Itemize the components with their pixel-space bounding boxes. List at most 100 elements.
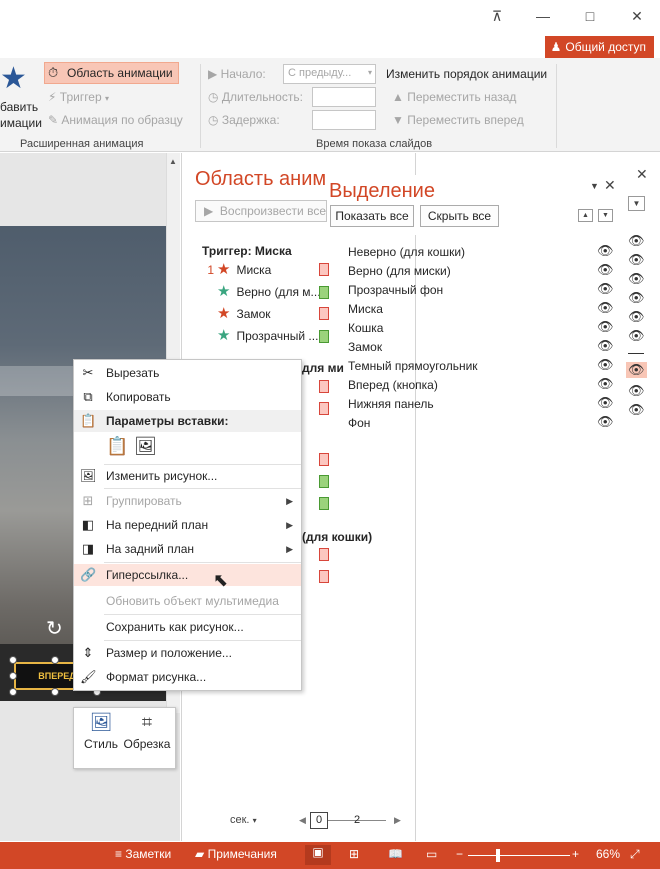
ribbon-display-options-icon[interactable]: ⊼: [482, 4, 512, 28]
selection-item[interactable]: Верно (для миски): [348, 264, 451, 278]
start-dropdown[interactable]: С предыду... ▾: [283, 64, 376, 84]
resize-handle[interactable]: [51, 688, 59, 696]
animation-painter-button[interactable]: ✎ Анимация по образцу: [48, 113, 183, 127]
visibility-eye-icon[interactable]: 👁: [626, 362, 647, 378]
play-all-button[interactable]: ▶ Воспроизвести все: [195, 200, 327, 222]
dropdown-arrow-icon[interactable]: ▼: [628, 196, 645, 211]
resize-handle[interactable]: [51, 656, 59, 664]
send-backward-icon[interactable]: ▼: [598, 209, 613, 222]
minimize-button[interactable]: —: [528, 4, 558, 28]
zoom-out-icon[interactable]: −: [456, 847, 463, 861]
visibility-eye-icon[interactable]: 👁: [597, 262, 614, 278]
visibility-eye-icon[interactable]: 👁: [597, 376, 614, 392]
zoom-slider-track[interactable]: [468, 855, 570, 856]
animation-item[interactable]: ★ Верно (для м...: [204, 282, 330, 302]
selection-item[interactable]: Неверно (для кошки): [348, 245, 465, 259]
slideshow-icon[interactable]: ▭: [426, 847, 437, 861]
slide-sorter-icon[interactable]: ⊞: [349, 847, 359, 861]
close-pane-icon[interactable]: ✕: [604, 177, 616, 194]
visibility-eye-icon[interactable]: 👁: [597, 338, 614, 354]
selection-item[interactable]: Темный прямоугольник: [348, 359, 478, 373]
status-bar: ≡ Заметки ▰ Примечания ▣ ⊞ 📖 ▭ − + 66% ⤢: [0, 842, 660, 869]
add-animation-label-1[interactable]: бавить: [0, 100, 38, 114]
close-window-button[interactable]: ✕: [622, 4, 652, 28]
resize-handle[interactable]: [9, 656, 17, 664]
duration-input[interactable]: [312, 87, 376, 107]
seconds-dropdown[interactable]: сек. ▾: [230, 814, 257, 826]
menu-item-size-position[interactable]: ⇕ Размер и положение...: [74, 642, 301, 664]
menu-item-hyperlink[interactable]: 🔗 Гиперссылка...: [74, 564, 301, 586]
visibility-eye-icon[interactable]: 👁: [628, 328, 645, 344]
visibility-eye-icon[interactable]: 👁: [628, 252, 645, 268]
animation-pane-button[interactable]: ⏱ Область анимации: [44, 62, 179, 84]
move-earlier-button[interactable]: ▲ Переместить назад: [392, 90, 516, 104]
restore-button[interactable]: □: [575, 4, 605, 28]
paste-keep-formatting-icon[interactable]: 📋: [106, 436, 128, 460]
animation-item[interactable]: ★ Замок: [204, 304, 330, 324]
menu-item-change-picture[interactable]: 🖼 Изменить рисунок...: [74, 465, 301, 487]
visibility-eye-icon[interactable]: 👁: [597, 300, 614, 316]
close-pane-icon[interactable]: ✕: [636, 166, 648, 183]
menu-item-copy[interactable]: ⧉ Копировать: [74, 386, 301, 408]
fit-to-window-icon[interactable]: ⤢: [630, 847, 640, 862]
selection-item[interactable]: Кошка: [348, 321, 383, 335]
resize-handle[interactable]: [9, 672, 17, 680]
selection-item[interactable]: Миска: [348, 302, 383, 316]
notes-button[interactable]: ≡ Заметки: [115, 847, 171, 861]
style-button[interactable]: 🖼 Стиль: [80, 712, 122, 766]
zoom-level[interactable]: 66%: [596, 847, 620, 861]
pane-options-icon[interactable]: ▼: [590, 181, 599, 191]
animation-item[interactable]: 1 ★ Миска: [204, 260, 330, 280]
rotate-handle-icon[interactable]: ↻: [46, 616, 63, 641]
menu-item-format-picture[interactable]: 🖌 Формат рисунка...: [74, 666, 301, 688]
scissors-icon: ✂: [82, 365, 94, 380]
normal-view-icon[interactable]: ▣: [305, 845, 331, 865]
comments-button[interactable]: ▰ Примечания: [195, 847, 277, 861]
seconds-label: сек.: [230, 814, 250, 826]
visibility-eye-icon[interactable]: 👁: [597, 357, 614, 373]
play-icon: ▶: [204, 204, 214, 218]
bring-forward-icon[interactable]: ▲: [578, 209, 593, 222]
menu-item-group[interactable]: ⊞ Группировать ▶: [74, 490, 301, 512]
selection-item[interactable]: Фон: [348, 416, 370, 430]
visibility-eye-icon[interactable]: 👁: [628, 383, 645, 399]
visibility-eye-icon[interactable]: 👁: [597, 414, 614, 430]
trigger-button[interactable]: ⚡ Триггер ▾: [48, 90, 109, 104]
move-later-button[interactable]: ▼ Переместить вперед: [392, 113, 524, 127]
menu-item-bring-to-front[interactable]: ◧ На передний план ▶: [74, 514, 301, 536]
visibility-eye-icon[interactable]: 👁: [628, 402, 645, 418]
hide-all-button[interactable]: Скрыть все: [420, 205, 499, 227]
paste-as-picture-icon[interactable]: 🖼: [134, 436, 157, 460]
visibility-eye-icon[interactable]: 👁: [597, 243, 614, 259]
timeline-scroll-left-icon[interactable]: ◀: [299, 815, 306, 826]
zoom-slider-thumb[interactable]: [496, 849, 500, 862]
selection-item[interactable]: Вперед (кнопка): [348, 378, 438, 392]
selection-item[interactable]: Прозрачный фон: [348, 283, 443, 297]
resize-handle[interactable]: [9, 688, 17, 696]
show-all-button[interactable]: Показать все: [330, 205, 414, 227]
selection-item[interactable]: Нижняя панель: [348, 397, 434, 411]
scroll-up-icon[interactable]: ▲: [169, 157, 177, 166]
timeline-scroll-right-icon[interactable]: ▶: [394, 815, 401, 826]
hidden-dash-icon[interactable]: [628, 353, 644, 354]
menu-item-update-media[interactable]: Обновить объект мультимедиа: [74, 590, 301, 612]
selection-item[interactable]: Замок: [348, 340, 382, 354]
visibility-eye-icon[interactable]: 👁: [628, 309, 645, 325]
menu-item-cut[interactable]: ✂ Вырезать: [74, 362, 301, 384]
animation-item[interactable]: ★ Прозрачный ...: [204, 326, 330, 346]
delay-input[interactable]: [312, 110, 376, 130]
visibility-eye-icon[interactable]: 👁: [597, 281, 614, 297]
add-animation-label-2[interactable]: имации: [0, 116, 42, 130]
visibility-eye-icon[interactable]: 👁: [628, 290, 645, 306]
visibility-eye-icon[interactable]: 👁: [628, 233, 645, 249]
add-animation-star-icon[interactable]: ★: [0, 64, 27, 94]
visibility-eye-icon[interactable]: 👁: [628, 271, 645, 287]
crop-button[interactable]: ⌗ Обрезка: [122, 712, 172, 766]
zoom-in-icon[interactable]: +: [572, 847, 579, 861]
visibility-eye-icon[interactable]: 👁: [597, 319, 614, 335]
reading-view-icon[interactable]: 📖: [388, 847, 403, 861]
visibility-eye-icon[interactable]: 👁: [597, 395, 614, 411]
menu-item-send-to-back[interactable]: ◨ На задний план ▶: [74, 538, 301, 560]
menu-item-save-as-picture[interactable]: Сохранить как рисунок...: [74, 616, 301, 638]
share-button[interactable]: ♟ Общий доступ: [544, 36, 654, 58]
